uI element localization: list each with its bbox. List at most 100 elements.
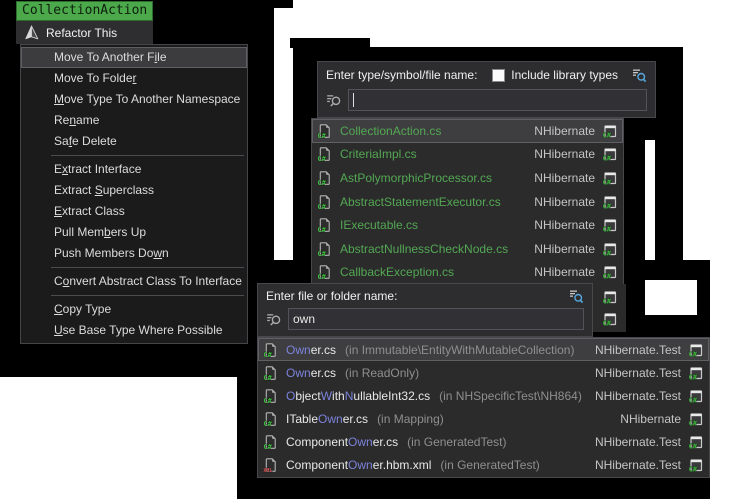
csharp-file-icon: C# <box>263 365 279 381</box>
svg-text:C#: C# <box>603 155 612 162</box>
menu-item-safe-delete[interactable]: Safe Delete <box>21 131 247 152</box>
result-file-name: AbstractNullnessCheckNode.cs <box>340 242 508 256</box>
svg-text:C#: C# <box>317 132 326 139</box>
csharp-project-icon: C# <box>602 146 618 162</box>
csharp-project-icon: C# <box>602 264 618 280</box>
svg-text:C#: C# <box>317 226 326 233</box>
include-library-types-label[interactable]: Include library types <box>511 68 618 82</box>
csharp-project-icon: C# <box>602 194 618 210</box>
svg-text:C#: C# <box>602 298 611 305</box>
type-result-row-abstractstatementexecutor-cs[interactable]: C# AbstractStatementExecutor.cs NHibernate… <box>312 190 623 214</box>
type-result-row-iexecutable-cs[interactable]: C#IExecutable.csNHibernateC# <box>312 213 623 237</box>
result-file-name: AbstractStatementExecutor.cs <box>340 195 501 209</box>
result-location: (in GeneratedTest) <box>407 435 506 449</box>
svg-text:C#: C# <box>263 443 272 450</box>
type-chooser-popup: Enter type/symbol/file name: Include lib… <box>317 61 656 118</box>
result-project-name: NHibernate <box>534 265 595 279</box>
file-result-row-componentowner-cs[interactable]: C# ComponentOwner.cs (in GeneratedTest) NHi… <box>258 431 709 454</box>
type-result-row-callbackexception-cs[interactable]: C# CallbackException.cs NHibernate C# <box>312 260 623 284</box>
result-file-name: CriteriaImpl.cs <box>340 147 417 161</box>
csharp-file-icon: C# <box>263 388 279 404</box>
svg-text:C#: C# <box>603 179 612 186</box>
svg-text:C#: C# <box>603 131 612 138</box>
menu-item-extract-superclass[interactable]: Extract Superclass <box>21 180 247 201</box>
selected-symbol-label: CollectionAction <box>16 1 153 21</box>
svg-text:C#: C# <box>603 202 612 209</box>
menu-item-extract-interface[interactable]: Extract Interface <box>21 159 247 180</box>
svg-text:C#: C# <box>689 373 698 380</box>
svg-text:C#: C# <box>263 397 272 404</box>
type-search-input[interactable] <box>348 89 647 111</box>
svg-text:C#: C# <box>689 397 698 404</box>
file-result-row-owner-cs[interactable]: C#Owner.cs(in ReadOnly)NHibernate.TestC# <box>258 361 709 384</box>
file-chooser-results: C#Owner.cs(in Immutable\EntityWithMutabl… <box>257 337 710 478</box>
csharp-project-icon: C# <box>602 217 618 233</box>
file-result-row-componentowner-hbm-xml[interactable]: XMLComponentOwner.hbm.xml(in GeneratedTe… <box>258 454 709 477</box>
csharp-project-icon: C# <box>688 434 704 450</box>
white-sliver <box>645 140 655 260</box>
type-result-row-astpolymorphicprocessor-cs[interactable]: C# AstPolymorphicProcessor.cs NHibernate C# <box>312 166 623 190</box>
filter-search-icon[interactable] <box>631 67 647 83</box>
csharp-project-icon: C# <box>688 388 704 404</box>
menu-item-push-members-down[interactable]: Push Members Down <box>21 243 247 264</box>
csharp-file-icon: C# <box>317 170 333 186</box>
csharp-project-icon: C# <box>602 123 618 139</box>
csharp-file-icon: C# <box>317 146 333 162</box>
file-chooser-popup: Enter file or folder name: own <box>257 283 593 337</box>
result-file-name: IExecutable.cs <box>340 218 418 232</box>
type-result-row-collectionaction-cs[interactable]: C#CollectionAction.csNHibernateC# <box>312 119 623 143</box>
result-location: (in Mapping) <box>377 412 444 426</box>
csharp-file-icon: C# <box>317 241 333 257</box>
svg-text:C#: C# <box>317 155 326 162</box>
svg-text:C#: C# <box>603 249 612 256</box>
refactor-menu: Move To Another FileMove To FolderMove T… <box>20 44 248 344</box>
menu-item-move-type-to-another-namespace[interactable]: Move Type To Another Namespace <box>21 89 247 110</box>
result-file-name: AstPolymorphicProcessor.cs <box>340 171 492 185</box>
svg-text:C#: C# <box>263 374 272 381</box>
csharp-project-icon: C# <box>688 411 704 427</box>
xml-file-icon: XML <box>263 457 279 473</box>
result-project-name: NHibernate <box>534 171 595 185</box>
file-result-row-owner-cs[interactable]: C#Owner.cs(in Immutable\EntityWithMutabl… <box>258 338 709 361</box>
csharp-project-icon: C# <box>602 241 618 257</box>
svg-text:C#: C# <box>689 350 698 357</box>
result-project-name: NHibernate.Test <box>595 435 681 449</box>
menu-item-use-base-type-where-possible[interactable]: Use Base Type Where Possible <box>21 320 247 341</box>
csharp-file-icon: C# <box>317 217 333 233</box>
result-project-name: NHibernate <box>534 195 595 209</box>
menu-item-rename[interactable]: Rename <box>21 110 247 131</box>
result-project-name: NHibernate.Test <box>595 343 681 357</box>
type-result-row-abstractnullnesschecknode-cs[interactable]: C# AbstractNullnessCheckNode.cs NHibernate… <box>312 237 623 261</box>
menu-separator <box>51 295 244 296</box>
type-result-row-criteriaimpl-cs[interactable]: C#CriteriaImpl.csNHibernateC# <box>312 143 623 167</box>
menu-item-move-to-another-file[interactable]: Move To Another File <box>21 47 247 68</box>
svg-text:C#: C# <box>602 320 611 327</box>
result-project-name: NHibernate <box>534 124 595 138</box>
csharp-file-icon: C# <box>263 434 279 450</box>
result-file-name: ComponentOwner.cs <box>286 435 398 449</box>
filter-search-icon[interactable] <box>568 288 584 304</box>
file-result-row-itableowner-cs[interactable]: C#ITableOwner.cs(in Mapping)NHibernateC# <box>258 408 709 431</box>
result-file-name: CallbackException.cs <box>340 265 454 279</box>
include-library-types-checkbox[interactable] <box>492 69 505 82</box>
menu-item-pull-members-up[interactable]: Pull Members Up <box>21 222 247 243</box>
csharp-project-icon: C# <box>602 170 618 186</box>
file-search-input[interactable]: own <box>288 308 584 330</box>
menu-item-extract-class[interactable]: Extract Class <box>21 201 247 222</box>
refactor-this-icon <box>24 25 40 41</box>
menu-item-move-to-folder[interactable]: Move To Folder <box>21 68 247 89</box>
result-project-name: NHibernate <box>534 242 595 256</box>
result-file-name: ITableOwner.cs <box>286 412 368 426</box>
type-chooser-prompt: Enter type/symbol/file name: <box>326 68 477 82</box>
menu-item-copy-type[interactable]: Copy Type <box>21 299 247 320</box>
result-file-name: ObjectWithNullableInt32.cs <box>286 389 430 403</box>
csharp-file-icon: C# <box>317 264 333 280</box>
result-file-name: ComponentOwner.hbm.xml <box>286 458 431 472</box>
svg-text:C#: C# <box>689 443 698 450</box>
svg-text:C#: C# <box>317 179 326 186</box>
result-project-name: NHibernate.Test <box>595 389 681 403</box>
menu-separator <box>51 267 244 268</box>
result-file-name: Owner.cs <box>286 366 336 380</box>
file-result-row-objectwithnullableint32-cs[interactable]: C#ObjectWithNullableInt32.cs(in NHSpecif… <box>258 384 709 407</box>
menu-item-convert-abstract-class-to-interface[interactable]: Convert Abstract Class To Interface <box>21 271 247 292</box>
